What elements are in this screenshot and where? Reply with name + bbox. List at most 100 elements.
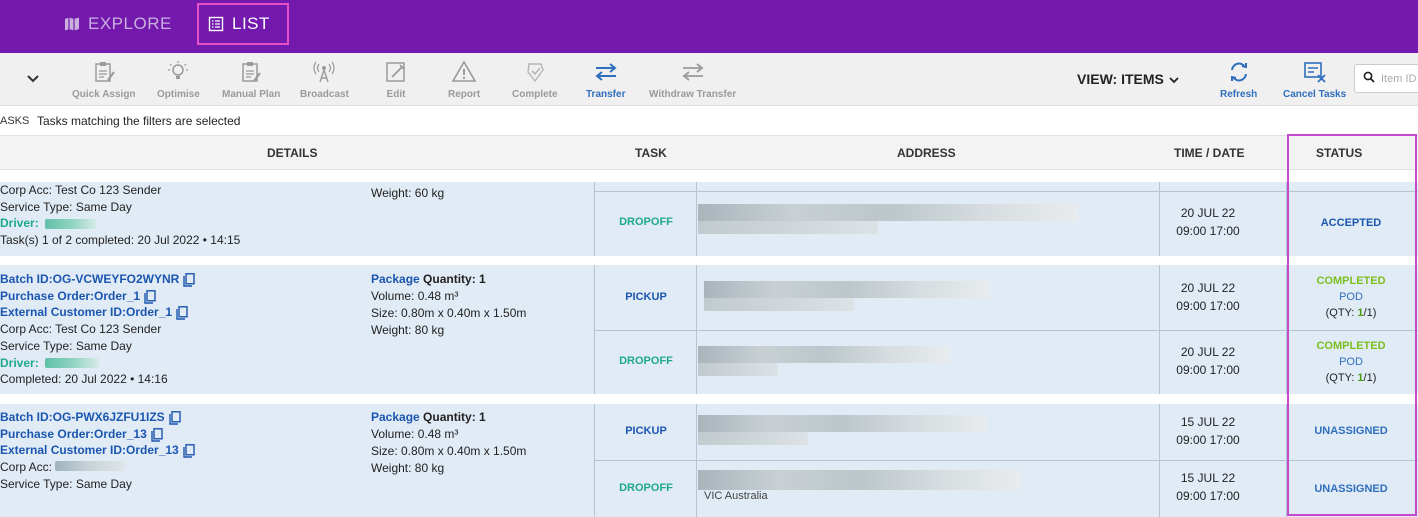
- search-input[interactable]: [1381, 72, 1418, 85]
- warning-icon: [451, 59, 477, 85]
- spacer: [0, 394, 1418, 404]
- optimise-button[interactable]: Optimise: [157, 59, 200, 100]
- weight: Weight: 60 kg: [371, 186, 445, 200]
- col-time-date[interactable]: TIME / DATE: [1174, 146, 1244, 160]
- spacer: [0, 170, 1418, 182]
- time-date: 20 JUL 22 09:00 17:00: [1176, 345, 1240, 377]
- address-tail: VIC Australia: [704, 490, 768, 502]
- map-icon: [64, 16, 80, 32]
- col-details[interactable]: DETAILS: [267, 146, 317, 160]
- copy-icon[interactable]: [183, 444, 195, 458]
- view-selector-label: VIEW: ITEMS: [1077, 71, 1164, 87]
- size: Size: 0.80m x 0.40m x 1.50m: [371, 306, 527, 320]
- completed-summary: Completed: 20 Jul 2022 • 14:16: [0, 372, 168, 387]
- clipboard-edit-icon: [239, 59, 263, 85]
- corp-acc: Corp Acc: Test Co 123 Sender: [0, 183, 162, 197]
- row-details: Corp Acc: Test Co 123 Sender Service Typ…: [0, 182, 240, 249]
- service-type: Service Type: Same Day: [0, 338, 132, 353]
- col-address[interactable]: ADDRESS: [897, 146, 956, 160]
- top-nav-bar: EXPLORE LIST: [0, 0, 1418, 53]
- tab-list-label: LIST: [232, 14, 270, 33]
- package-info: Package Quantity: 1 Volume: 0.48 m³ Size…: [371, 272, 527, 337]
- list-icon: [208, 16, 224, 32]
- corp-acc: Corp Acc:: [0, 459, 194, 476]
- chevron-down-icon: [1169, 71, 1179, 87]
- table-row-group[interactable]: Batch ID:OG-VCWEYFO2WYNR Purchase Order:…: [0, 265, 1418, 394]
- copy-icon[interactable]: [176, 306, 188, 320]
- time-date: 15 JUL 22 09:00 17:00: [1176, 415, 1240, 447]
- notice-message: Tasks matching the filters are selected: [37, 114, 241, 128]
- broadcast-button[interactable]: Broadcast: [300, 59, 349, 100]
- tab-explore[interactable]: EXPLORE: [64, 3, 172, 45]
- status-badge: COMPLETED POD (QTY: 1/1): [1288, 273, 1414, 321]
- row-details: Batch ID:OG-PWX6JZFU1IZS Purchase Order:…: [0, 409, 195, 493]
- service-type: Service Type: Same Day: [0, 199, 132, 214]
- table-row-group[interactable]: Corp Acc: Test Co 123 Sender Service Typ…: [0, 182, 1418, 256]
- withdraw-transfer-button[interactable]: Withdraw Transfer: [649, 59, 736, 100]
- purchase-order-link[interactable]: Purchase Order:Order_1: [0, 288, 194, 305]
- col-task[interactable]: TASK: [635, 146, 667, 160]
- item-search[interactable]: [1354, 64, 1418, 93]
- selection-notice: ASKS Tasks matching the filters are sele…: [0, 107, 1418, 135]
- edit-button[interactable]: Edit: [384, 59, 408, 100]
- refresh-button[interactable]: Refresh: [1220, 59, 1257, 100]
- copy-icon[interactable]: [168, 410, 181, 425]
- task-summary: Task(s) 1 of 2 completed: 20 Jul 2022 • …: [0, 233, 241, 248]
- purchase-order-link[interactable]: Purchase Order:Order_13: [0, 426, 194, 443]
- copy-icon[interactable]: [144, 289, 156, 304]
- action-toolbar: Quick Assign Optimise Manual Plan Broadc…: [0, 53, 1418, 106]
- copy-icon[interactable]: [151, 427, 163, 442]
- clipboard-pen-icon: [92, 59, 116, 85]
- copy-icon[interactable]: [183, 272, 196, 287]
- service-type: Service Type: Same Day: [0, 476, 132, 491]
- weight: Weight: 80 kg: [371, 323, 445, 337]
- driver: Driver:: [0, 355, 194, 372]
- complete-button[interactable]: Complete: [512, 59, 558, 100]
- address-redacted: [698, 204, 1078, 234]
- collapse-chevron-icon[interactable]: [26, 71, 40, 89]
- view-selector[interactable]: VIEW: ITEMS: [1077, 71, 1179, 87]
- batch-id-link[interactable]: Batch ID:OG-VCWEYFO2WYNR: [0, 271, 196, 288]
- row-details: Batch ID:OG-VCWEYFO2WYNR Purchase Order:…: [0, 271, 196, 388]
- driver-name-redacted: [44, 357, 99, 368]
- hand-check-icon: [523, 59, 547, 85]
- antenna-icon: [312, 59, 336, 85]
- refresh-icon: [1228, 59, 1250, 85]
- transfer-button[interactable]: Transfer: [586, 59, 625, 100]
- size: Size: 0.80m x 0.40m x 1.50m: [371, 444, 527, 458]
- cancel-list-icon: [1303, 59, 1327, 85]
- task-type: DROPOFF: [619, 482, 673, 494]
- cancel-tasks-button[interactable]: Cancel Tasks: [1283, 59, 1346, 100]
- task-type: DROPOFF: [619, 216, 673, 228]
- external-id-link[interactable]: External Customer ID:Order_13: [0, 442, 195, 459]
- status-badge: ACCEPTED: [1320, 217, 1382, 229]
- package-info: Weight: 60 kg: [371, 185, 444, 202]
- tab-list[interactable]: LIST: [197, 3, 289, 45]
- task-type: PICKUP: [625, 425, 667, 437]
- time-date: 15 JUL 22 09:00 17:00: [1176, 471, 1240, 503]
- pod-link[interactable]: POD: [1288, 354, 1414, 370]
- volume: Volume: 0.48 m³: [371, 289, 459, 303]
- time-date: 20 JUL 22 09:00 17:00: [1176, 281, 1240, 313]
- quick-assign-button[interactable]: Quick Assign: [72, 59, 136, 100]
- qty-progress: (QTY: 1/1): [1325, 307, 1377, 319]
- driver-name-redacted: [44, 218, 97, 229]
- col-status[interactable]: STATUS: [1316, 146, 1362, 160]
- status-badge: UNASSIGNED: [1314, 483, 1388, 495]
- pod-link[interactable]: POD: [1288, 289, 1414, 305]
- manual-plan-button[interactable]: Manual Plan: [222, 59, 280, 100]
- time-date: 20 JUL 22 09:00 17:00: [1176, 206, 1240, 238]
- driver: Driver:: [0, 215, 240, 232]
- transfer-arrows-icon: [593, 59, 619, 85]
- address-redacted: [698, 470, 1020, 490]
- lightbulb-icon: [166, 59, 190, 85]
- edit-icon: [384, 59, 408, 85]
- batch-id-link[interactable]: Batch ID:OG-PWX6JZFU1IZS: [0, 409, 194, 426]
- weight: Weight: 80 kg: [371, 461, 445, 475]
- external-id-link[interactable]: External Customer ID:Order_1: [0, 304, 194, 321]
- table-row-group[interactable]: Batch ID:OG-PWX6JZFU1IZS Purchase Order:…: [0, 404, 1418, 517]
- task-type: DROPOFF: [619, 355, 673, 367]
- qty-progress: (QTY: 1/1): [1325, 372, 1377, 384]
- address-redacted: [698, 415, 986, 445]
- report-button[interactable]: Report: [448, 59, 480, 100]
